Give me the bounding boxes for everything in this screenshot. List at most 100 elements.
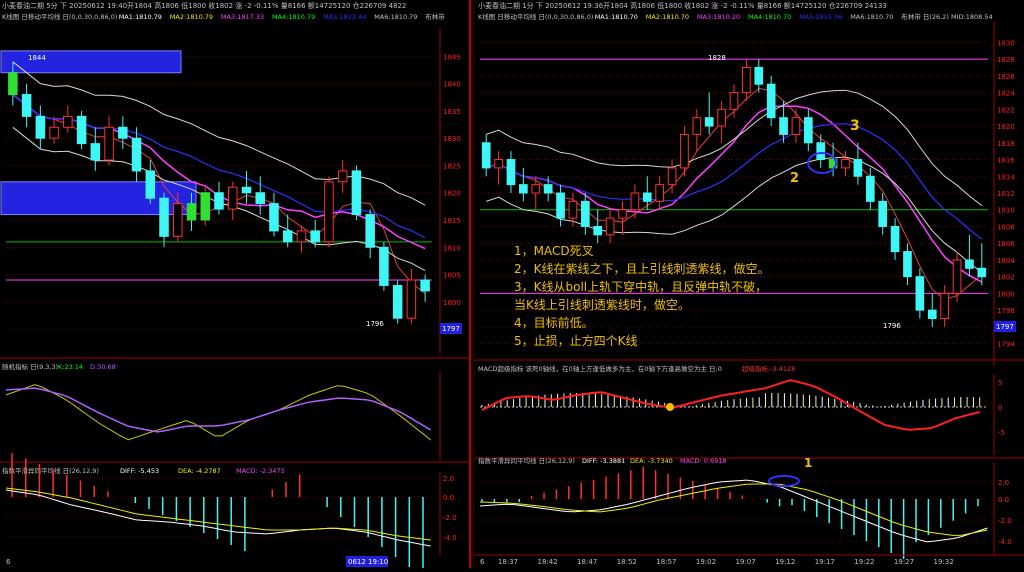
candle-body bbox=[878, 200, 888, 227]
price-tick-label: 1822 bbox=[997, 106, 1015, 114]
price-tick-label: 1810 bbox=[997, 207, 1015, 215]
price-tick-label: 1800 bbox=[443, 299, 461, 307]
right-ma-legend-item: MA1:1810.70 bbox=[595, 13, 638, 21]
note-line: 3，K线从boll上轨下穿中轨，且反弹中轨不破， bbox=[514, 280, 768, 294]
candle-body bbox=[680, 133, 689, 169]
candle-body bbox=[642, 192, 652, 202]
candle-body bbox=[310, 230, 320, 243]
right-time-label: 19:02 bbox=[696, 558, 716, 566]
background bbox=[0, 0, 1024, 568]
annotation-mark-3: 3 bbox=[850, 118, 860, 134]
right-time-label: 18:37 bbox=[498, 558, 518, 566]
candle-body bbox=[853, 159, 863, 177]
right-super-tick: 0 bbox=[998, 404, 1002, 412]
right-time-label: 18:57 bbox=[656, 558, 676, 566]
candle-body bbox=[506, 159, 516, 186]
candle-body bbox=[35, 115, 46, 139]
candle-body bbox=[8, 72, 18, 96]
right-macd-diff: DIFF: -3.3881 bbox=[582, 457, 625, 465]
right-time-label: 18:47 bbox=[577, 558, 597, 566]
left-macd-val: MACD: -2.3475 bbox=[236, 467, 285, 475]
right-macd-tick: 2.0 bbox=[998, 479, 1009, 487]
candle-body bbox=[296, 230, 307, 243]
candle-body bbox=[519, 184, 528, 194]
candle-body bbox=[667, 167, 677, 186]
candle-body bbox=[543, 184, 553, 194]
candle-body bbox=[965, 259, 974, 269]
price-tick-label: 1806 bbox=[997, 240, 1015, 248]
note-line: 5，止损，止方四个K线 bbox=[514, 334, 638, 348]
price-tick-label: 1800 bbox=[997, 290, 1015, 298]
left-ma-legend-item: MA3:1817.33 bbox=[221, 13, 264, 21]
candle-body bbox=[729, 92, 739, 110]
candle-body bbox=[186, 203, 197, 221]
candle-body bbox=[766, 83, 776, 119]
strategy-notes: 1，MACD死叉 2，K线在紫线之下，且上引线刺透紫线，做空。 3，K线从bol… bbox=[514, 242, 770, 350]
right-time-label: 18:42 bbox=[538, 558, 558, 566]
price-tick-label: 1810 bbox=[443, 244, 461, 252]
candle-body bbox=[406, 279, 417, 319]
price-tick-label: 1818 bbox=[997, 140, 1015, 148]
candle-body bbox=[890, 225, 900, 253]
left-bottom-time: 0612 19:10 bbox=[348, 558, 388, 566]
left-ma-legend-item: MA2:1810.79 bbox=[170, 13, 213, 21]
left-macd-tick: -4.0 bbox=[443, 534, 457, 542]
candle-body bbox=[90, 143, 101, 161]
candle-body bbox=[865, 175, 875, 202]
left-title-bar: 小麦春油二期 5分 下 20250612 19:40开1804 高1806 低1… bbox=[2, 1, 406, 10]
right-ma-legend-item: MA3:1810.20 bbox=[697, 13, 740, 21]
right-low-label: 1796 bbox=[883, 322, 901, 330]
candle-body bbox=[365, 214, 375, 248]
candle-body bbox=[21, 94, 32, 117]
price-tick-label: 1826 bbox=[997, 73, 1015, 81]
left-macd-tick: 2.0 bbox=[443, 475, 454, 483]
candle-body bbox=[593, 225, 603, 236]
right-super-dot bbox=[666, 403, 674, 411]
candle-body bbox=[118, 126, 128, 139]
right-time-label: 18:52 bbox=[617, 558, 637, 566]
right-time-label: 19:07 bbox=[736, 558, 756, 566]
candle-body bbox=[580, 200, 590, 227]
candle-body bbox=[104, 126, 114, 161]
candle-body bbox=[76, 115, 87, 145]
candle-body bbox=[351, 170, 362, 216]
left-kdj-d: D:30.68 bbox=[90, 363, 116, 371]
right-last-price: 1797 bbox=[996, 323, 1014, 331]
candle-body bbox=[940, 292, 949, 320]
candle-body bbox=[379, 246, 389, 286]
left-macd-tick: -2.0 bbox=[443, 514, 457, 522]
price-tick-label: 1825 bbox=[443, 162, 461, 170]
candle-body bbox=[214, 192, 224, 210]
price-tick-label: 1804 bbox=[997, 257, 1015, 265]
candle-body bbox=[200, 192, 211, 221]
candle-body bbox=[131, 137, 142, 172]
left-ma-legend-item: K线图 日移动平均线 日(0,0,30,0,86,0) bbox=[2, 12, 117, 21]
right-ma-legend-item: 布林带 日(26,2) MID:1808.54 bbox=[901, 12, 992, 21]
right-super-tick: 5 bbox=[998, 379, 1002, 387]
right-time-label: 19:17 bbox=[815, 558, 835, 566]
candle-body bbox=[816, 142, 826, 161]
candle-body bbox=[630, 192, 640, 211]
price-tick-label: 1840 bbox=[443, 81, 461, 89]
candle-body bbox=[568, 200, 578, 219]
candle-body bbox=[742, 66, 751, 94]
note-line: 4，目标前低。 bbox=[514, 316, 594, 330]
chart-canvas: 小麦春油二期 5分 下 20250612 19:40开1804 高1806 低1… bbox=[0, 0, 1024, 572]
note-line: 1，MACD死叉 bbox=[514, 244, 594, 258]
right-high-label: 1828 bbox=[708, 54, 726, 62]
right-macd-tick: 0.0 bbox=[998, 496, 1009, 504]
left-last-price: 1797 bbox=[442, 325, 460, 333]
right-ma-legend-item: MA5:1815.06 bbox=[799, 13, 842, 21]
candle-body bbox=[269, 203, 279, 232]
candle-body bbox=[255, 192, 265, 205]
right-ma-legend-item: MA4:1810.70 bbox=[748, 13, 791, 21]
right-time-label: 19:12 bbox=[775, 558, 795, 566]
right-macd-title: 指数平滑异同平均线 日(26,12,9) bbox=[478, 456, 575, 465]
candle-body bbox=[227, 186, 238, 210]
annotation-mark-1: 1 bbox=[804, 456, 812, 470]
candle-body bbox=[481, 142, 491, 169]
price-tick-label: 1798 bbox=[997, 307, 1015, 315]
candle-body bbox=[903, 251, 912, 278]
left-macd-tick: 0.0 bbox=[443, 494, 454, 502]
candle-body bbox=[159, 197, 169, 237]
